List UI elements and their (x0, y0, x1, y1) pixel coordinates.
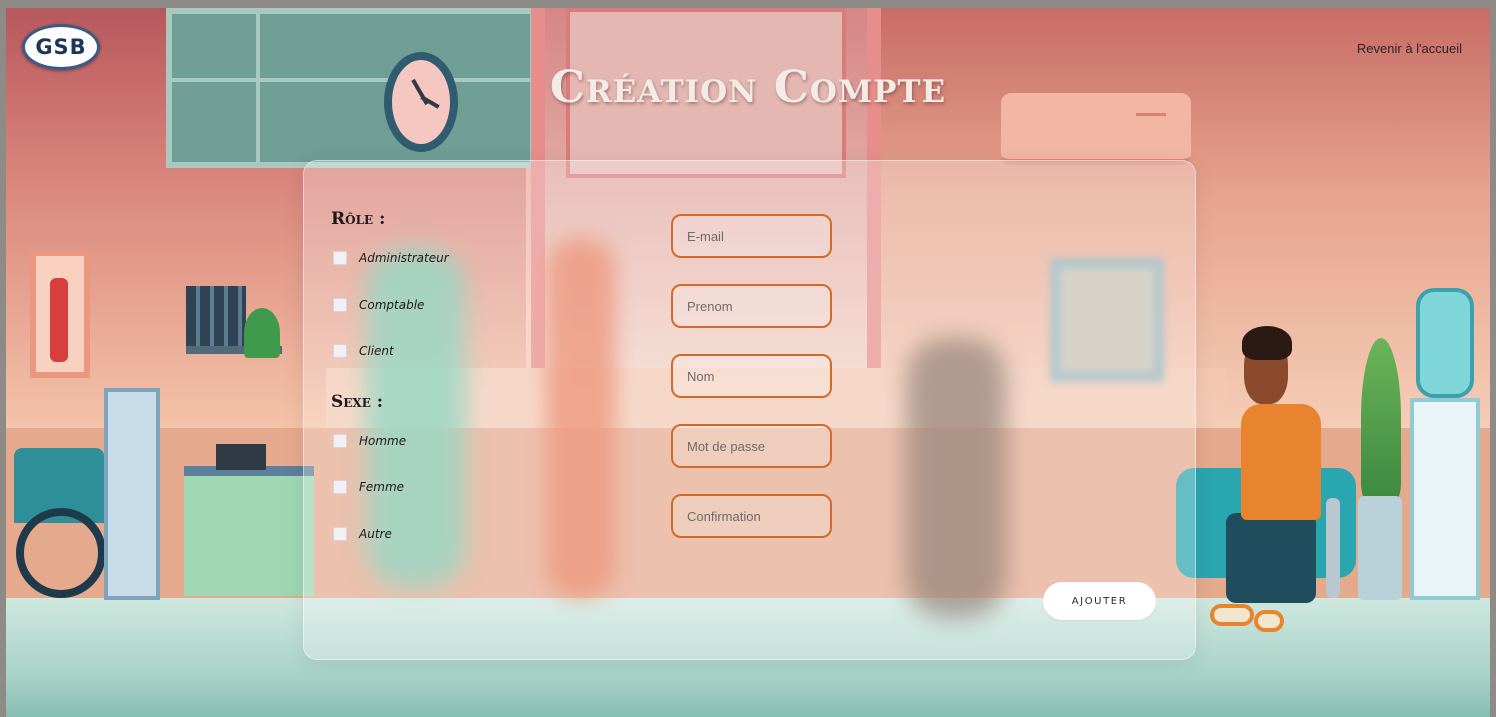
checkbox-label: Homme (359, 434, 407, 448)
role-option-client[interactable]: Client (333, 344, 394, 358)
prenom-field[interactable] (671, 284, 832, 328)
sexe-section-label: Sexe : (331, 392, 384, 412)
sofa-leg (1326, 498, 1340, 598)
checkbox[interactable] (333, 527, 347, 541)
password-field[interactable] (671, 424, 832, 468)
books-illustration (186, 286, 246, 346)
water-cooler-illustration (1410, 398, 1480, 600)
nom-field[interactable] (671, 354, 832, 398)
plant-illustration (1361, 338, 1401, 498)
confirm-password-field[interactable] (671, 494, 832, 538)
fire-extinguisher-icon (50, 278, 68, 362)
monitor-illustration (216, 444, 266, 470)
reception-desk-illustration (184, 466, 314, 596)
water-cooler-bottle (1416, 288, 1474, 398)
page-title: Création Compte (549, 62, 947, 113)
add-account-button[interactable]: AJOUTER (1043, 582, 1156, 620)
person-shoe (1254, 610, 1284, 632)
person-pants (1226, 513, 1316, 603)
email-field[interactable] (671, 214, 832, 258)
role-option-comptable[interactable]: Comptable (333, 298, 424, 312)
plant-pot (1358, 496, 1402, 600)
checkbox[interactable] (333, 298, 347, 312)
role-section-label: Rôle : (331, 209, 386, 229)
role-option-administrateur[interactable]: Administrateur (333, 251, 449, 265)
plant-illustration (244, 308, 280, 358)
checkbox-label: Client (359, 344, 394, 358)
confirm-password-input[interactable] (687, 508, 816, 524)
sexe-option-femme[interactable]: Femme (333, 480, 404, 494)
checkbox-label: Comptable (359, 298, 425, 312)
sexe-option-autre[interactable]: Autre (333, 527, 392, 541)
logo-text: GSB (35, 35, 87, 59)
checkbox-label: Administrateur (359, 251, 449, 265)
checkbox[interactable] (333, 251, 347, 265)
checkbox[interactable] (333, 344, 347, 358)
checkbox-label: Femme (359, 480, 405, 494)
password-input[interactable] (687, 438, 816, 454)
person-shirt (1241, 404, 1321, 520)
home-link[interactable]: Revenir à l'accueil (1357, 41, 1462, 56)
wheelchair-wheel (16, 508, 106, 598)
person-hair (1242, 326, 1292, 360)
nom-input[interactable] (687, 368, 816, 384)
cabinet-illustration (104, 388, 160, 600)
checkbox[interactable] (333, 434, 347, 448)
checkbox-label: Autre (359, 527, 392, 541)
checkbox[interactable] (333, 480, 347, 494)
sexe-option-homme[interactable]: Homme (333, 434, 406, 448)
person-shoe (1210, 604, 1254, 626)
prenom-input[interactable] (687, 298, 816, 314)
air-conditioner-vent (1136, 113, 1166, 116)
email-input[interactable] (687, 228, 816, 244)
